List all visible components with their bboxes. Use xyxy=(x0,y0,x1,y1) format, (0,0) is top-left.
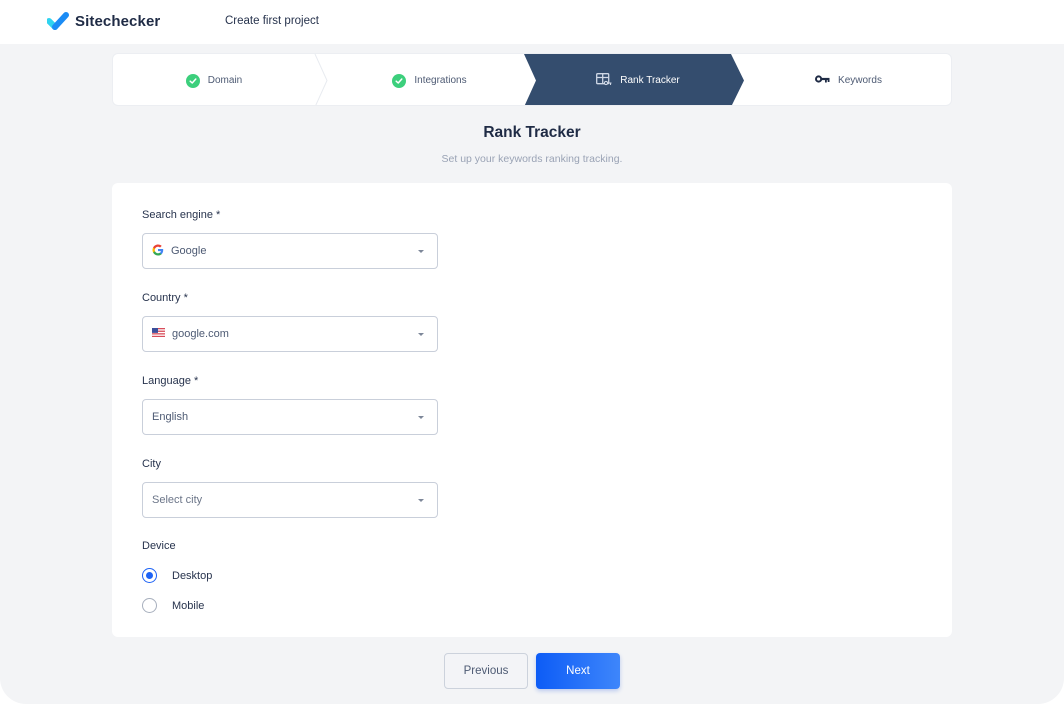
brand-logo[interactable]: Sitechecker xyxy=(46,12,161,30)
device-option-label: Desktop xyxy=(172,569,213,582)
page-heading: Create first project xyxy=(225,15,319,27)
key-icon xyxy=(815,75,830,86)
search-engine-select[interactable]: Google xyxy=(142,233,438,269)
setup-stepper: Domain Integrations Rank Tracker Keyword… xyxy=(112,53,952,106)
chevron-down-icon xyxy=(418,333,424,336)
device-option-mobile[interactable]: Mobile xyxy=(142,598,204,613)
section-subtitle: Set up your keywords ranking tracking. xyxy=(441,153,623,165)
country-label: Country * xyxy=(142,292,188,304)
step-label: Keywords xyxy=(838,75,882,86)
sitechecker-logo-icon xyxy=(46,12,69,30)
city-placeholder: Select city xyxy=(152,494,203,506)
radio-button-checked[interactable] xyxy=(142,568,157,583)
check-circle-icon xyxy=(392,73,407,88)
language-select[interactable]: English xyxy=(142,399,438,435)
step-keywords[interactable]: Keywords xyxy=(744,54,951,105)
step-rank-tracker[interactable]: Rank Tracker xyxy=(538,54,738,105)
city-select[interactable]: Select city xyxy=(142,482,438,518)
city-label: City xyxy=(142,458,161,470)
chevron-down-icon xyxy=(418,250,424,253)
section-title: Rank Tracker xyxy=(483,124,581,141)
device-label: Device xyxy=(142,540,176,552)
search-engine-value: Google xyxy=(171,245,207,257)
device-option-desktop[interactable]: Desktop xyxy=(142,568,212,583)
chevron-down-icon xyxy=(418,416,424,419)
country-value: google.com xyxy=(172,328,229,340)
step-label: Integrations xyxy=(414,75,467,86)
us-flag-icon xyxy=(152,328,165,340)
rank-tracker-icon xyxy=(596,72,612,89)
country-select[interactable]: google.com xyxy=(142,316,438,352)
language-label: Language * xyxy=(142,375,199,387)
search-engine-label: Search engine * xyxy=(142,209,221,221)
google-icon xyxy=(152,244,164,259)
step-label: Domain xyxy=(207,75,243,86)
next-button[interactable]: Next xyxy=(536,653,620,689)
radio-button[interactable] xyxy=(142,598,157,613)
top-bar: Sitechecker Create first project xyxy=(0,0,1064,44)
check-circle-icon xyxy=(185,73,200,88)
step-label: Rank Tracker xyxy=(620,75,680,86)
step-integrations[interactable]: Integrations xyxy=(325,54,534,105)
brand-name: Sitechecker xyxy=(75,12,161,30)
language-value: English xyxy=(152,411,189,423)
step-domain[interactable]: Domain xyxy=(113,54,315,105)
device-option-label: Mobile xyxy=(172,599,205,612)
previous-button[interactable]: Previous xyxy=(444,653,528,689)
chevron-down-icon xyxy=(418,499,424,502)
